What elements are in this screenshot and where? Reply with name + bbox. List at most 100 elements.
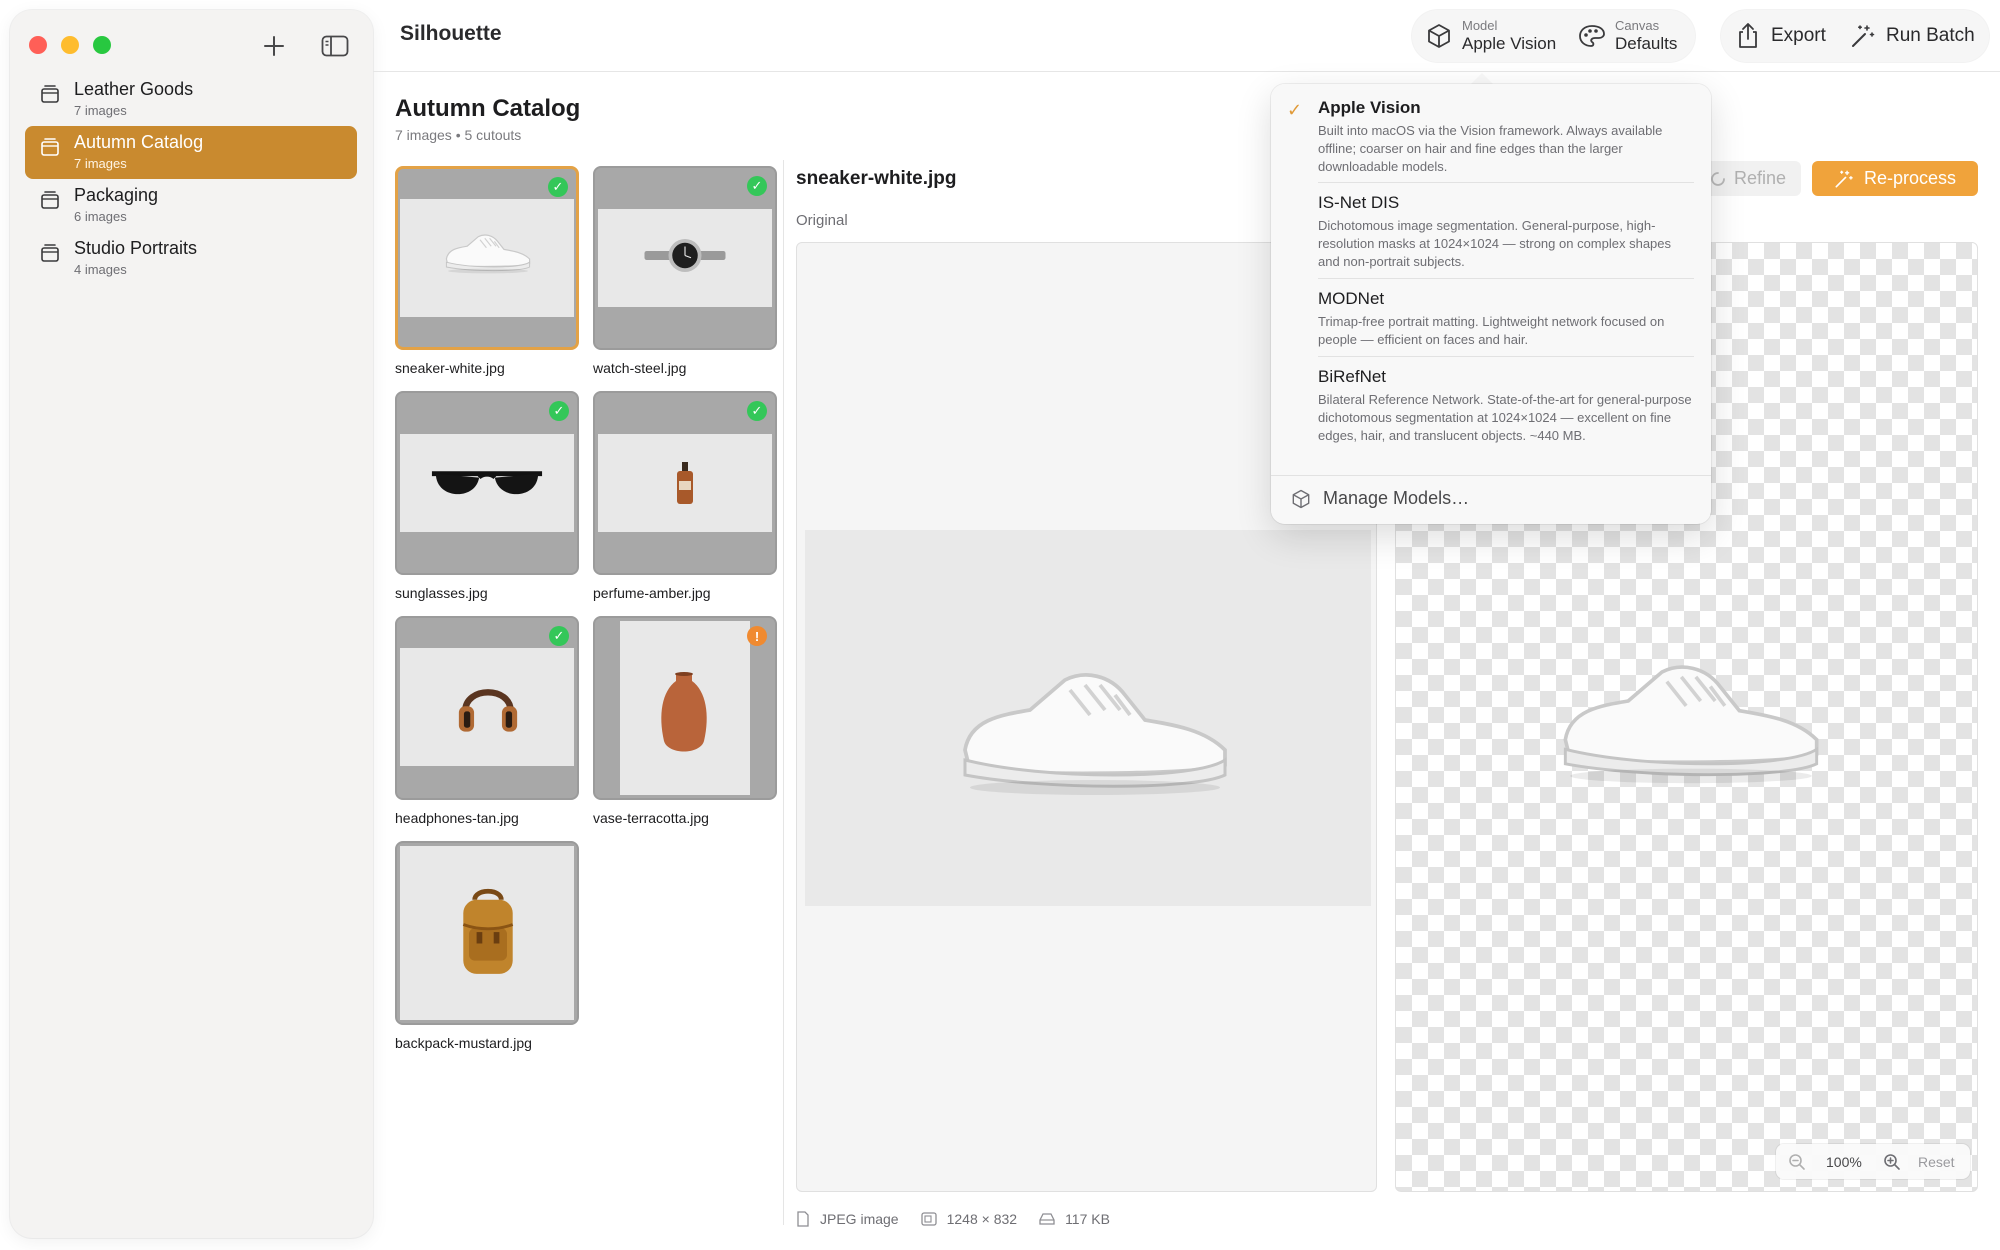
plus-icon	[264, 36, 284, 56]
thumbnail-photo	[598, 209, 772, 307]
catalog-count: 6 images	[74, 209, 127, 224]
window-close-button[interactable]	[29, 36, 47, 54]
thumbnail-photo	[620, 621, 750, 795]
zoom-out-icon[interactable]	[1788, 1153, 1806, 1171]
thumbnail-caption: sneaker-white.jpg	[395, 360, 505, 376]
thumbnail-perfume-amber[interactable]: ✓	[593, 391, 777, 575]
zoom-level: 100%	[1826, 1153, 1862, 1170]
tray-icon	[41, 191, 59, 209]
checkmark-icon: ✓	[1287, 100, 1303, 120]
thumbnail-caption: sunglasses.jpg	[395, 585, 488, 601]
zoom-reset-button[interactable]: Reset	[1918, 1154, 1955, 1170]
magic-wand-icon	[1848, 21, 1878, 51]
backpack-image	[450, 886, 526, 982]
catalog-name: Leather Goods	[74, 79, 194, 99]
manage-models-label: Manage Models…	[1323, 488, 1470, 508]
export-batch-group: Export Run Batch	[1721, 10, 1989, 62]
manage-models-button[interactable]: Manage Models…	[1291, 488, 1469, 509]
thumbnail-watch-steel[interactable]: ✓	[593, 166, 777, 350]
sneaker-image	[440, 227, 536, 275]
menu-separator	[1271, 475, 1711, 476]
sneaker-cutout-image	[1546, 643, 1836, 788]
canvas-caption: Canvas	[1615, 18, 1660, 33]
cube-icon	[1292, 489, 1310, 508]
original-label: Original	[796, 212, 848, 229]
menu-separator	[1318, 182, 1694, 183]
toolbar-divider	[373, 71, 2000, 72]
tray-icon	[41, 244, 59, 262]
menu-item-title: Apple Vision	[1318, 98, 1421, 117]
thumbnail-sneaker-white[interactable]: ✓	[395, 166, 579, 350]
catalog-count: 7 images	[74, 156, 127, 171]
menu-item-description: Trimap-free portrait matting. Lightweigh…	[1318, 314, 1665, 347]
status-done-icon: ✓	[549, 626, 569, 646]
window-minimize-button[interactable]	[61, 36, 79, 54]
thumbnail-sunglasses[interactable]: ✓	[395, 391, 579, 575]
thumbnail-caption: perfume-amber.jpg	[593, 585, 711, 601]
catalog-count: 7 images	[74, 103, 127, 118]
thumbnail-photo	[400, 846, 574, 1020]
run-batch-button[interactable]: Run Batch	[1848, 10, 1975, 62]
window-title: Silhouette	[400, 22, 502, 45]
thumbnail-headphones-tan[interactable]: ✓	[395, 616, 579, 800]
refine-icon	[1711, 171, 1725, 186]
menu-separator	[1318, 278, 1694, 279]
menu-item-title: MODNet	[1318, 289, 1385, 308]
vase-image	[654, 665, 714, 765]
sidebar: Leather Goods 7 images Autumn Catalog 7 …	[10, 10, 373, 1238]
canvas-picker-button[interactable]: Canvas Defaults	[1577, 10, 1677, 62]
reprocess-button[interactable]: Re-process	[1812, 161, 1978, 196]
toggle-sidebar-button[interactable]	[319, 30, 351, 62]
status-done-icon: ✓	[747, 176, 767, 196]
tray-icon	[41, 138, 59, 156]
file-size: 117 KB	[1065, 1211, 1110, 1227]
perfume-image	[670, 446, 700, 522]
watch-image	[640, 233, 730, 278]
catalog-subtitle: 7 images • 5 cutouts	[395, 127, 522, 143]
add-catalog-button[interactable]	[258, 30, 290, 62]
export-button[interactable]: Export	[1733, 10, 1826, 62]
sunglasses-image	[428, 456, 546, 515]
menu-item-description: Dichotomous image segmentation. General-…	[1318, 218, 1672, 269]
model-menu: ✓ Apple Vision Built into macOS via the …	[1271, 84, 1711, 524]
share-icon	[1733, 21, 1763, 51]
sidebar-item-leather-goods[interactable]: Leather Goods 7 images	[25, 73, 357, 126]
thumbnail-vase-terracotta[interactable]: !	[593, 616, 777, 800]
model-picker-button[interactable]: Model Apple Vision	[1424, 10, 1556, 62]
model-value: Apple Vision	[1462, 34, 1557, 53]
thumbnail-photo	[400, 648, 574, 766]
canvas-value: Defaults	[1615, 34, 1678, 53]
status-done-icon: ✓	[548, 177, 568, 197]
thumbnail-caption: headphones-tan.jpg	[395, 810, 519, 826]
thumbnail-photo	[400, 434, 574, 532]
sneaker-image	[945, 650, 1245, 800]
grid-divider	[783, 160, 784, 1225]
menu-item-title: BiRefNet	[1318, 367, 1387, 386]
thumbnail-backpack-mustard[interactable]	[395, 841, 579, 1025]
model-caption: Model	[1462, 18, 1498, 33]
status-done-icon: ✓	[549, 401, 569, 421]
catalog-name: Packaging	[74, 185, 159, 205]
menu-item-description: Built into macOS via the Vision framewor…	[1318, 123, 1663, 174]
file-dimensions: 1248 × 832	[946, 1211, 1018, 1227]
tray-icon	[41, 85, 59, 103]
sidebar-item-studio-portraits[interactable]: Studio Portraits 4 images	[25, 232, 357, 285]
catalog-count: 4 images	[74, 262, 127, 277]
catalog-name: Autumn Catalog	[74, 132, 204, 152]
menu-separator	[1318, 356, 1694, 357]
zoom-controls: 100% Reset	[1776, 1144, 1970, 1179]
cube-icon	[1424, 21, 1454, 51]
zoom-in-icon[interactable]	[1883, 1153, 1901, 1171]
detail-filename: sneaker-white.jpg	[796, 168, 957, 189]
thumbnail-photo	[400, 199, 574, 317]
catalog-name: Studio Portraits	[74, 238, 198, 258]
image-info-bar: JPEG image 1248 × 832 117 KB	[796, 1208, 1132, 1230]
original-photo	[805, 530, 1371, 906]
disk-icon	[1039, 1213, 1055, 1225]
catalog-title: Autumn Catalog	[395, 95, 581, 122]
window-zoom-button[interactable]	[93, 36, 111, 54]
menu-item-title: IS-Net DIS	[1318, 193, 1400, 212]
sidebar-item-autumn-catalog[interactable]: Autumn Catalog 7 images	[25, 126, 357, 179]
reprocess-label: Re-process	[1863, 168, 1957, 188]
sidebar-item-packaging[interactable]: Packaging 6 images	[25, 179, 357, 232]
